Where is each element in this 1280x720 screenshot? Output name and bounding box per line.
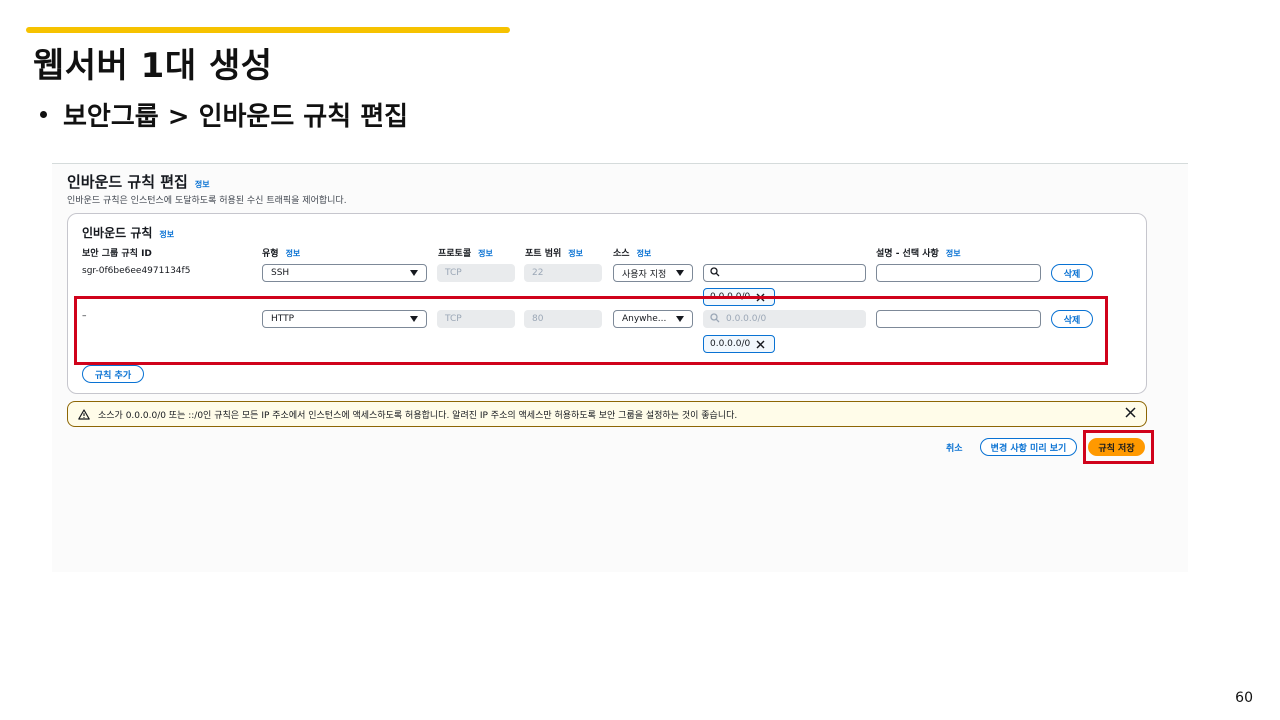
http-rule-highlight bbox=[74, 296, 1108, 365]
add-rule-button[interactable]: 규칙 추가 bbox=[82, 365, 144, 383]
panel-info-link[interactable]: 정보 bbox=[195, 179, 210, 190]
col-header-protocol-label: 프로토콜 bbox=[438, 249, 472, 259]
rule-1-type-value: SSH bbox=[271, 268, 290, 278]
search-icon bbox=[710, 266, 726, 280]
col-header-port-range-info-link[interactable]: 정보 bbox=[568, 248, 583, 259]
card-info-link[interactable]: 정보 bbox=[159, 229, 174, 240]
rule-1-delete-button[interactable]: 삭제 bbox=[1051, 264, 1093, 282]
rule-1-id: sgr-0f6be6ee4971134f5 bbox=[82, 266, 191, 276]
rule-1-source-select[interactable]: 사용자 지정 bbox=[613, 264, 693, 282]
col-header-source-info-link[interactable]: 정보 bbox=[637, 248, 652, 259]
page-number: 60 bbox=[1235, 690, 1253, 706]
slide-bullet: 보안그룹 > 인바운드 규칙 편집 bbox=[40, 96, 408, 133]
rule-1-protocol-field: TCP bbox=[437, 264, 515, 282]
col-header-source: 소스 정보 bbox=[613, 246, 651, 259]
col-header-type-label: 유형 bbox=[262, 249, 279, 259]
rule-1-description-input[interactable] bbox=[876, 264, 1041, 282]
col-header-description-info-link[interactable]: 정보 bbox=[946, 248, 961, 259]
preview-changes-button[interactable]: 변경 사항 미리 보기 bbox=[980, 438, 1077, 456]
card-title-text: 인바운드 규칙 bbox=[82, 226, 153, 240]
open-source-warning-alert: 소스가 0.0.0.0/0 또는 ::/0인 규칙은 모든 IP 주소에서 인스… bbox=[67, 401, 1147, 427]
aws-console-screenshot: 인바운드 규칙 편집 정보 인바운드 규칙은 인스턴스에 도달하도록 허용된 수… bbox=[52, 163, 1188, 572]
panel-title: 인바운드 규칙 편집 정보 bbox=[67, 171, 210, 192]
col-header-source-label: 소스 bbox=[613, 249, 630, 259]
panel-description: 인바운드 규칙은 인스턴스에 도달하도록 허용된 수신 트래픽을 제어합니다. bbox=[67, 196, 347, 206]
save-button-highlight bbox=[1083, 430, 1154, 464]
title-accent-bar bbox=[26, 27, 510, 33]
col-header-protocol-info-link[interactable]: 정보 bbox=[478, 248, 493, 259]
card-title: 인바운드 규칙 정보 bbox=[82, 224, 174, 241]
caret-down-icon bbox=[676, 270, 684, 276]
slide-bullet-text: 보안그룹 > 인바운드 규칙 편집 bbox=[63, 102, 409, 132]
slide-title: 웹서버 1대 생성 bbox=[33, 46, 273, 86]
rule-1-port-field: 22 bbox=[524, 264, 602, 282]
rule-1-cidr-search-input[interactable] bbox=[703, 264, 866, 282]
col-header-protocol: 프로토콜 정보 bbox=[438, 246, 493, 259]
col-header-rule-id-label: 보안 그룹 규칙 ID bbox=[82, 249, 152, 259]
col-header-description-label: 설명 - 선택 사항 bbox=[876, 249, 939, 259]
rule-1-type-select[interactable]: SSH bbox=[262, 264, 427, 282]
cancel-button[interactable]: 취소 bbox=[946, 441, 963, 454]
col-header-port-range: 포트 범위 정보 bbox=[525, 246, 583, 259]
col-header-rule-id: 보안 그룹 규칙 ID bbox=[82, 246, 152, 259]
caret-down-icon bbox=[410, 270, 418, 276]
panel-title-text: 인바운드 규칙 편집 bbox=[67, 173, 188, 191]
warning-icon bbox=[78, 408, 90, 420]
col-header-description: 설명 - 선택 사항 정보 bbox=[876, 246, 961, 259]
rule-1-source-value: 사용자 지정 bbox=[622, 269, 667, 280]
warning-text: 소스가 0.0.0.0/0 또는 ::/0인 규칙은 모든 IP 주소에서 인스… bbox=[98, 410, 738, 421]
col-header-port-range-label: 포트 범위 bbox=[525, 249, 562, 259]
col-header-type: 유형 정보 bbox=[262, 246, 300, 259]
bullet-dot bbox=[40, 111, 47, 118]
close-icon[interactable] bbox=[1125, 407, 1136, 418]
col-header-type-info-link[interactable]: 정보 bbox=[286, 248, 301, 259]
